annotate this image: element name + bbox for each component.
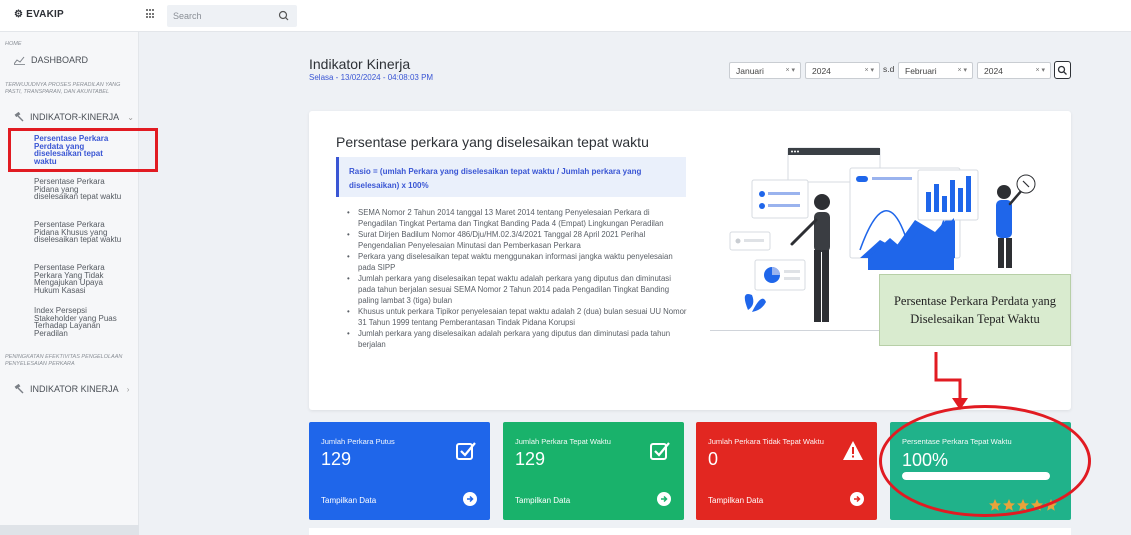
stat-value: 129 [321, 449, 352, 469]
stat-label: Jumlah Perkara Tepat Waktu [515, 437, 611, 446]
hammer-icon [14, 384, 24, 394]
sidebar-item-indikator-kinerja[interactable]: INDIKATOR-KINERJA ⌄ [14, 112, 134, 122]
list-item: SEMA Nomor 2 Tahun 2014 tanggal 13 Maret… [344, 207, 688, 229]
sidebar-item-dashboard[interactable]: DASHBOARD [14, 55, 88, 65]
regulation-list: SEMA Nomor 2 Tahun 2014 tanggal 13 Maret… [344, 207, 688, 350]
sidebar-home-label: HOME [5, 41, 22, 47]
arrow-right-icon[interactable] [463, 492, 477, 506]
month-to-select[interactable]: Februari × ▾ [898, 62, 973, 79]
sidebar-subitem-tidak-kasasi[interactable]: Persentase Perkara Perkara Yang Tidak Me… [34, 264, 124, 295]
search-input[interactable] [173, 9, 268, 23]
arrow-right-icon[interactable] [850, 492, 864, 506]
stat-card-perkara-putus: Jumlah Perkara Putus 129 Tampilkan Data [309, 422, 490, 520]
brand-icon: ⚙ [14, 9, 24, 20]
sidebar-scrollbar[interactable] [0, 525, 139, 535]
top-bar: ⚙ EVAKIP [0, 0, 1131, 32]
rasio-formula: Rasio = (umlah Perkara yang diselesaikan… [336, 157, 686, 197]
search-icon[interactable] [277, 9, 291, 23]
clear-dropdown-icon[interactable]: × ▾ [957, 66, 967, 74]
clear-dropdown-icon[interactable]: × ▾ [1035, 66, 1045, 74]
checkbox-icon [650, 442, 670, 460]
list-item: Jumlah perkara yang diselesaikan tepat w… [344, 273, 688, 306]
year-to-select[interactable]: 2024 × ▾ [977, 62, 1051, 79]
bottom-card-edge [309, 528, 1071, 535]
show-data-link[interactable]: Tampilkan Data [708, 496, 763, 505]
sidebar-item-label: INDIKATOR-KINERJA [30, 112, 120, 122]
hammer-icon [14, 112, 24, 122]
range-separator: s.d [883, 64, 895, 74]
sidebar-section-label: TERWUJUDNYA PROSES PERADILAN YANG PASTI,… [5, 82, 121, 95]
stat-card-tidak-tepat-waktu: Jumlah Perkara Tidak Tepat Waktu 0 Tampi… [696, 422, 877, 520]
list-item: Jumlah perkara yang diselesaikan adalah … [344, 328, 688, 350]
sidebar: HOME DASHBOARD TERWUJUDNYA PROSES PERADI… [0, 32, 139, 535]
year-from-select[interactable]: 2024 × ▾ [805, 62, 880, 79]
search-box [167, 5, 297, 27]
warning-icon [843, 441, 863, 460]
page-title: Indikator Kinerja [309, 56, 411, 72]
stat-card-tepat-waktu: Jumlah Perkara Tepat Waktu 129 Tampilkan… [503, 422, 684, 520]
page-date: Selasa - 13/02/2024 - 04:08:03 PM [309, 73, 434, 82]
stat-label: Jumlah Perkara Tidak Tepat Waktu [708, 437, 824, 446]
show-data-link[interactable]: Tampilkan Data [321, 496, 376, 505]
sidebar-subitem-pidana[interactable]: Persentase Perkara Pidana yang diselesai… [34, 178, 124, 201]
show-data-link[interactable]: Tampilkan Data [515, 496, 570, 505]
list-item: Khusus untuk perkara Tipikor penyelesaia… [344, 306, 688, 328]
list-item: Surat Dirjen Badilum Nomor 486/Dju/HM.02… [344, 229, 688, 251]
chevron-right-icon: › [126, 384, 130, 394]
sidebar-subitem-pidana-khusus[interactable]: Persentase Perkara Pidana Khusus yang di… [34, 221, 124, 244]
stat-value: 129 [515, 449, 546, 469]
stat-label: Jumlah Perkara Putus [321, 437, 395, 446]
sidebar-item-indikator-kinerja-2[interactable]: INDIKATOR KINERJA › [14, 384, 129, 394]
stat-value: 0 [708, 449, 719, 469]
sidebar-section-label-2: PENINGKATAN EFEKTIVITAS PENGELOLAAN PENY… [5, 354, 123, 367]
highlight-ellipse-annotation [879, 405, 1091, 517]
chevron-down-icon: ⌄ [127, 112, 134, 122]
month-from-select[interactable]: Januari × ▾ [729, 62, 801, 79]
brand-name: EVAKIP [26, 9, 64, 20]
card-title: Persentase perkara yang diselesaikan tep… [336, 134, 649, 150]
chart-line-icon [14, 56, 25, 65]
filter-search-button[interactable] [1054, 61, 1071, 79]
list-item: Perkara yang diselesaikan tepat waktu me… [344, 251, 688, 273]
brand-logo[interactable]: ⚙ EVAKIP [14, 9, 64, 20]
sidebar-item-label: INDIKATOR KINERJA [30, 384, 119, 394]
apps-grid-icon[interactable] [146, 9, 156, 19]
red-arrow-icon [934, 352, 968, 410]
clear-dropdown-icon[interactable]: × ▾ [785, 66, 795, 74]
arrow-right-icon[interactable] [657, 492, 671, 506]
annotation-callout: Persentase Perkara Perdata yang Diselesa… [879, 274, 1071, 346]
clear-dropdown-icon[interactable]: × ▾ [864, 66, 874, 74]
checkbox-icon [456, 442, 476, 460]
highlight-box-annotation [8, 128, 158, 172]
sidebar-item-label: DASHBOARD [31, 55, 89, 65]
search-icon [1057, 65, 1067, 75]
sidebar-subitem-index-persepsi[interactable]: Index Persepsi Stakeholder yang Puas Ter… [34, 307, 124, 338]
